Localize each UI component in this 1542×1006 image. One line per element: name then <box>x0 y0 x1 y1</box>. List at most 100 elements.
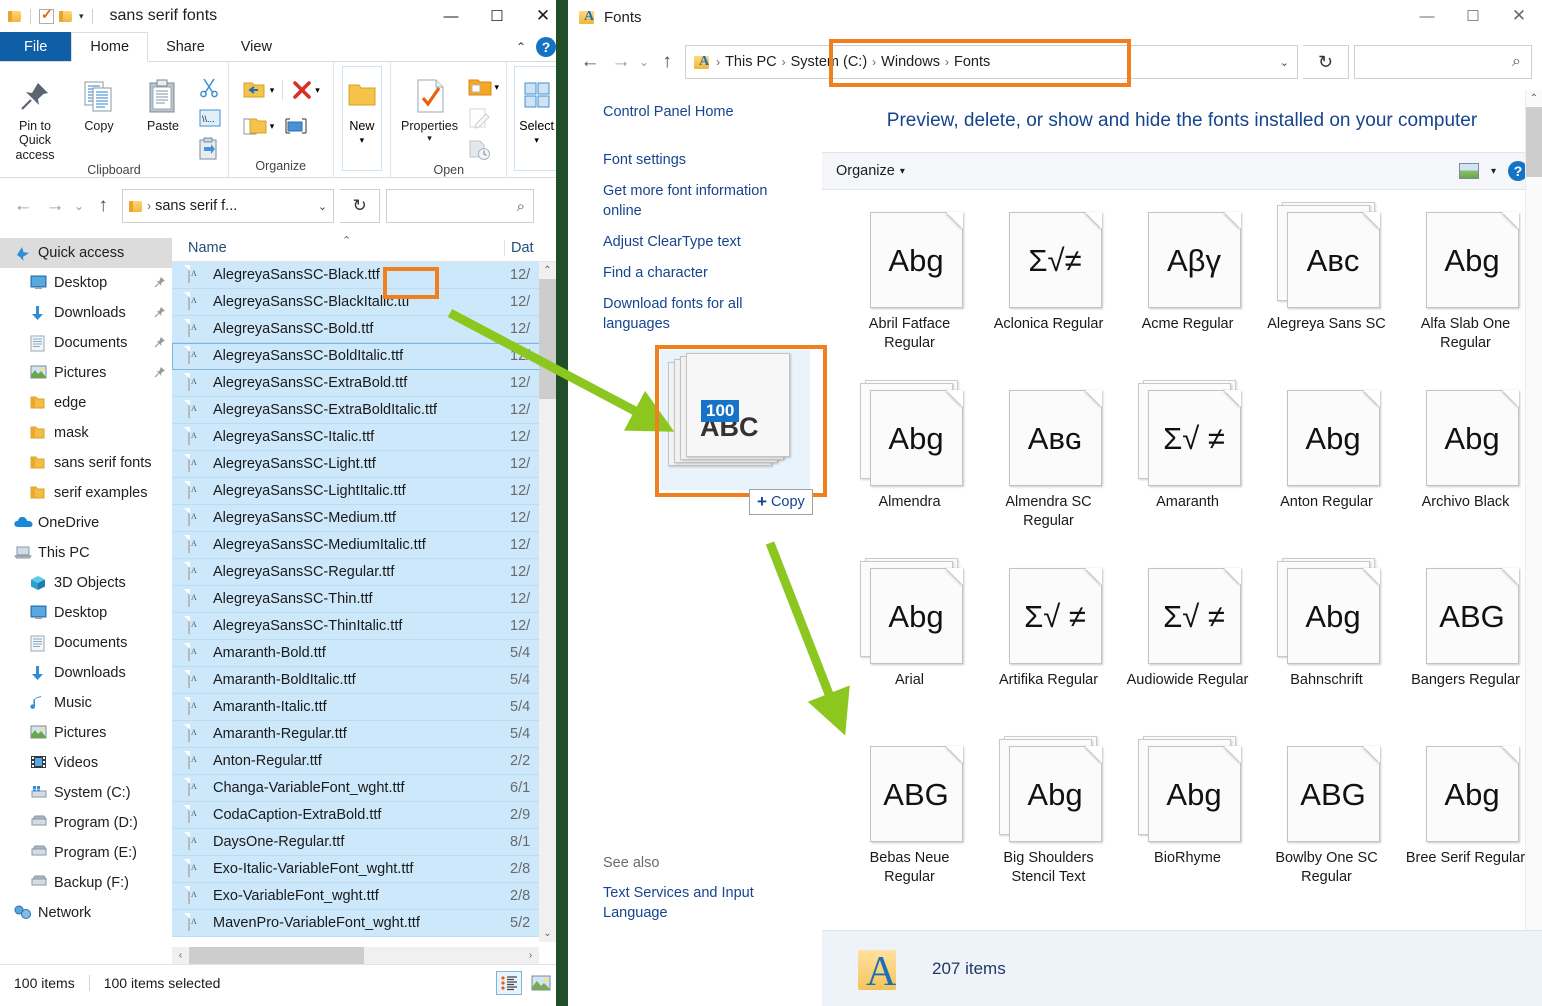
sidebar-item-program-d[interactable]: Program (D:) <box>0 808 172 838</box>
chevron-down-icon[interactable]: ⌄ <box>1280 56 1289 69</box>
view-layout-icon[interactable] <box>1458 163 1479 179</box>
cp-link-adjust-cleartype-text[interactable]: Adjust ClearType text <box>603 232 793 252</box>
up-button[interactable]: ↑ <box>654 51 680 73</box>
pin-icon[interactable] <box>154 336 166 351</box>
delete-button[interactable]: ▾ <box>289 76 322 104</box>
table-row[interactable]: Changa-VariableFont_wght.ttf6/1 <box>172 775 566 802</box>
font-grid-item[interactable]: Abg Archivo Black <box>1396 380 1535 558</box>
table-row[interactable]: DaysOne-Regular.ttf8/1 <box>172 829 566 856</box>
font-grid-item[interactable]: Σ√ ≠ Audiowide Regular <box>1118 558 1257 736</box>
font-grid-item[interactable]: Abg Alfa Slab One Regular <box>1396 202 1535 380</box>
fonts-breadcrumb[interactable]: A › This PC › System (C:) › Windows › Fo… <box>685 45 1298 79</box>
cp-link-font-settings[interactable]: Font settings <box>603 150 793 170</box>
sidebar-item-network[interactable]: Network <box>0 898 172 928</box>
up-button[interactable]: ↑ <box>90 195 116 217</box>
breadcrumb-this-pc[interactable]: This PC <box>725 54 777 70</box>
file-list-horizontal-scrollbar[interactable]: ‹ › <box>172 947 539 964</box>
sidebar-item-documents[interactable]: Documents <box>0 628 172 658</box>
collapse-ribbon-icon[interactable]: ⌃ <box>516 40 526 54</box>
table-row[interactable]: AlegreyaSansSC-Bold.ttf12/ <box>172 316 566 343</box>
font-grid-item[interactable]: Abg Anton Regular <box>1257 380 1396 558</box>
help-icon[interactable]: ? <box>536 36 556 57</box>
refresh-button[interactable]: ↻ <box>1303 45 1349 79</box>
checkbox-icon[interactable] <box>39 6 54 24</box>
table-row[interactable]: Amaranth-Italic.ttf5/4 <box>172 694 566 721</box>
table-row[interactable]: AlegreyaSansSC-Thin.ttf12/ <box>172 586 566 613</box>
table-row[interactable]: MavenPro-VariableFont_wght.ttf5/2 <box>172 910 566 937</box>
breadcrumb-windows[interactable]: Windows <box>881 54 940 70</box>
recent-locations-icon[interactable]: ⌄ <box>639 55 649 69</box>
sidebar-item-sans-serif-fonts[interactable]: sans serif fonts <box>0 448 172 478</box>
edit-button[interactable] <box>465 104 502 132</box>
table-row[interactable]: AlegreyaSansSC-MediumItalic.ttf12/ <box>172 532 566 559</box>
table-row[interactable]: AlegreyaSansSC-Italic.ttf12/ <box>172 424 566 451</box>
table-row[interactable]: AlegreyaSansSC-Medium.ttf12/ <box>172 505 566 532</box>
sidebar-item-pictures[interactable]: Pictures <box>0 718 172 748</box>
cp-link-find-a-character[interactable]: Find a character <box>603 263 793 283</box>
chevron-down-icon[interactable]: ▾ <box>1491 166 1496 177</box>
copy-button[interactable]: Copy <box>68 67 130 163</box>
sidebar-item-quick-access[interactable]: Quick access <box>0 238 172 268</box>
scroll-up-icon[interactable]: ⌃ <box>539 262 556 279</box>
table-row[interactable]: AlegreyaSansSC-Light.ttf12/ <box>172 451 566 478</box>
table-row[interactable]: Anton-Regular.ttf2/2 <box>172 748 566 775</box>
recent-locations-icon[interactable]: ⌄ <box>74 199 84 213</box>
font-grid-item[interactable]: Abg Almendra <box>840 380 979 558</box>
forward-button[interactable]: → <box>42 195 68 217</box>
chevron-down-icon[interactable]: ▾ <box>79 11 84 22</box>
minimize-button[interactable]: — <box>428 0 474 32</box>
scroll-thumb[interactable] <box>1526 107 1542 177</box>
table-row[interactable]: AlegreyaSansSC-ExtraBoldItalic.ttf12/ <box>172 397 566 424</box>
cp-link-download-fonts-for-all-languages[interactable]: Download fonts for all languages <box>603 294 793 334</box>
sidebar-item-system-c[interactable]: System (C:) <box>0 778 172 808</box>
chevron-down-icon[interactable]: ⌄ <box>318 200 327 213</box>
back-button[interactable]: ← <box>577 51 603 73</box>
tab-share[interactable]: Share <box>148 32 223 61</box>
font-grid-item[interactable]: Аʙɢ Almendra SC Regular <box>979 380 1118 558</box>
details-view-button[interactable] <box>496 970 522 995</box>
paste-button[interactable]: Paste <box>132 67 194 163</box>
table-row[interactable]: AlegreyaSansSC-ExtraBold.ttf12/ <box>172 370 566 397</box>
font-grid-item[interactable]: ABG Bowlby One SC Regular <box>1257 736 1396 914</box>
paste-shortcut-button[interactable] <box>196 135 224 163</box>
cut-button[interactable] <box>196 73 224 101</box>
font-grid-item[interactable]: Σ√ ≠ Amaranth <box>1118 380 1257 558</box>
table-row[interactable]: AlegreyaSansSC-ThinItalic.ttf12/ <box>172 613 566 640</box>
sidebar-item-downloads[interactable]: Downloads <box>0 298 172 328</box>
breadcrumb-fonts[interactable]: Fonts <box>954 54 990 70</box>
pin-icon[interactable] <box>154 306 166 321</box>
file-list-vertical-scrollbar[interactable]: ⌃ ⌄ <box>539 262 556 942</box>
table-row[interactable]: Amaranth-BoldItalic.ttf5/4 <box>172 667 566 694</box>
cp-link-control-panel-home[interactable]: Control Panel Home <box>603 102 793 122</box>
new-button[interactable]: New ▾ <box>341 66 382 171</box>
sidebar-item-this-pc[interactable]: This PC <box>0 538 172 568</box>
pin-icon[interactable] <box>154 276 166 291</box>
sidebar-item-serif-examples[interactable]: serif examples <box>0 478 172 508</box>
chevron-down-icon[interactable]: ▾ <box>534 135 539 146</box>
move-to-button[interactable]: ▾ <box>240 76 277 104</box>
table-row[interactable]: AlegreyaSansSC-Regular.ttf12/ <box>172 559 566 586</box>
tab-view[interactable]: View <box>223 32 290 61</box>
table-row[interactable]: AlegreyaSansSC-LightItalic.ttf12/ <box>172 478 566 505</box>
sidebar-item-desktop[interactable]: Desktop <box>0 268 172 298</box>
sidebar-item-music[interactable]: Music <box>0 688 172 718</box>
font-grid-item[interactable]: Aβγ Acme Regular <box>1118 202 1257 380</box>
sidebar-item-backup-f[interactable]: Backup (F:) <box>0 868 172 898</box>
folder-icon[interactable] <box>59 9 73 23</box>
font-grid-item[interactable]: Abg Arial <box>840 558 979 736</box>
font-grid-item[interactable]: Aʙс Alegreya Sans SC <box>1257 202 1396 380</box>
scroll-thumb[interactable] <box>539 279 556 399</box>
open-button[interactable]: ▾ <box>465 73 502 101</box>
sidebar-item-pictures[interactable]: Pictures <box>0 358 172 388</box>
breadcrumb-system-c[interactable]: System (C:) <box>791 54 868 70</box>
pin-to-quick-access-button[interactable]: Pin to Quick access <box>4 67 66 163</box>
properties-button[interactable]: Properties ▾ <box>397 67 463 163</box>
sidebar-item-desktop[interactable]: Desktop <box>0 598 172 628</box>
table-row[interactable]: AlegreyaSansSC-BlackItalic.ttf12/ <box>172 289 566 316</box>
chevron-down-icon[interactable]: ▾ <box>900 166 905 177</box>
sidebar-item-3d-objects[interactable]: 3D Objects <box>0 568 172 598</box>
large-icons-view-button[interactable] <box>528 971 554 995</box>
copy-path-button[interactable]: \\... <box>196 104 224 132</box>
table-row[interactable]: AlegreyaSansSC-Black.ttf12/ <box>172 262 566 289</box>
copy-to-button[interactable]: ▾ <box>240 112 277 140</box>
